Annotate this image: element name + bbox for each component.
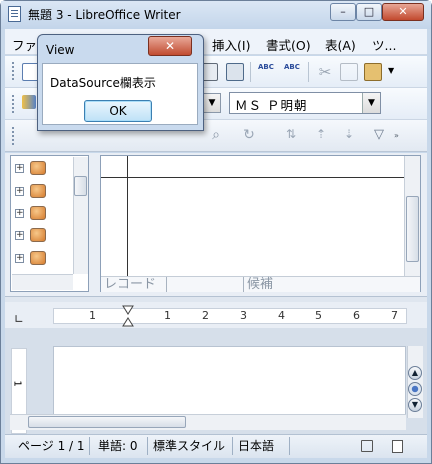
dialog-title: View [46,43,75,57]
print-preview-icon[interactable] [226,63,244,81]
tree-item[interactable]: + [12,228,72,244]
writer-document-icon [8,6,21,22]
menu-format[interactable]: 書式(O) [266,35,311,54]
close-button[interactable]: ✕ [382,3,424,21]
document-modified-icon [392,440,403,453]
toolbar-grip-icon[interactable] [12,95,15,113]
tree-item[interactable]: + [12,251,72,267]
autospellcheck-icon[interactable]: ABC [284,63,302,81]
database-icon [30,228,46,242]
ruler-number: 7 [391,309,398,322]
indent-marker-icon[interactable] [122,305,134,327]
menu-insert[interactable]: 挿入(I) [212,35,250,54]
toolbar-separator [250,62,251,82]
ruler-number: 1 [164,309,171,322]
menu-table[interactable]: 表(A) [325,35,356,54]
tree-item[interactable]: + [12,184,72,200]
document-scroll-thumb[interactable] [28,416,186,428]
database-icon [30,206,46,220]
tree-item[interactable]: + [12,206,72,222]
grid-row-header [101,156,128,276]
paragraph-style-dropdown[interactable]: ▼ [203,93,221,113]
tab-stop-icon[interactable]: ∟ [14,312,24,326]
filter-icon[interactable]: ▽ [370,127,388,145]
ruler-number: 1 [89,309,96,322]
toolbar-separator [308,62,309,82]
menu-tools[interactable]: ツ... [372,35,396,54]
record-label: レコード [101,277,167,292]
maximize-button[interactable]: □ [356,3,382,21]
sort-icon[interactable]: ⇅ [282,127,300,145]
ruler-number: 2 [202,309,209,322]
paste-icon[interactable] [364,63,382,81]
copy-icon[interactable] [340,63,358,81]
database-icon [30,161,46,175]
dialog-ok-button[interactable]: OK [84,100,152,122]
dialog-close-button[interactable]: ✕ [148,36,192,56]
dialog-message: DataSource欄表示 [50,76,156,90]
font-name-value: ＭＳ Ｐ明朝 [235,98,308,113]
search-icon[interactable]: ⌕ [207,127,225,145]
database-icon [30,184,46,198]
vertical-ruler-number: 1 [11,380,23,387]
ruler-number: 5 [315,309,322,322]
status-language[interactable]: 日本語 [234,437,290,455]
ruler-number: 6 [353,309,360,322]
paste-dropdown-arrow-icon[interactable]: ▼ [388,66,394,75]
status-words: 単語: 0 [94,437,148,455]
styles-icon[interactable] [22,95,36,109]
spellcheck-icon[interactable]: ABC [258,63,276,81]
minimize-button[interactable]: – [330,3,356,21]
selection-mode-icon[interactable] [361,440,373,452]
cut-icon[interactable]: ✂ [316,63,334,81]
previous-page-icon[interactable]: ▲ [408,366,422,380]
candidate-label: 候補 [247,277,274,292]
toolbar-grip-icon[interactable] [12,62,15,80]
tree-horizontal-scrollbar[interactable] [12,274,73,290]
status-page[interactable]: ページ 1 / 1 [14,437,90,455]
menu-file[interactable]: ファ [12,35,37,54]
database-icon [30,251,46,265]
tree-vertical-scrollbar[interactable] [73,157,88,274]
sort-descending-icon[interactable]: ⇣ [340,127,358,145]
tree-item[interactable]: + [12,161,72,177]
ruler-number: 3 [240,309,247,322]
ruler-number: 4 [278,309,285,322]
window-title: 無題 3 - LibreOffice Writer [28,8,181,22]
tree-scroll-thumb[interactable] [74,176,87,196]
next-page-icon[interactable]: ▼ [408,398,422,412]
document-page[interactable] [53,346,406,414]
status-style[interactable]: 標準スタイル [149,437,233,455]
sort-ascending-icon[interactable]: ⇡ [312,127,330,145]
record-value [167,277,244,292]
navigation-icon[interactable] [408,382,422,396]
grid-header-row [101,156,404,178]
refresh-icon[interactable]: ↻ [240,127,258,145]
grid-scroll-thumb[interactable] [406,196,419,262]
font-name-dropdown-arrow-icon[interactable]: ▼ [362,93,380,113]
toolbar-overflow-icon[interactable]: » [394,131,399,140]
toolbar-grip-icon[interactable] [12,127,15,145]
